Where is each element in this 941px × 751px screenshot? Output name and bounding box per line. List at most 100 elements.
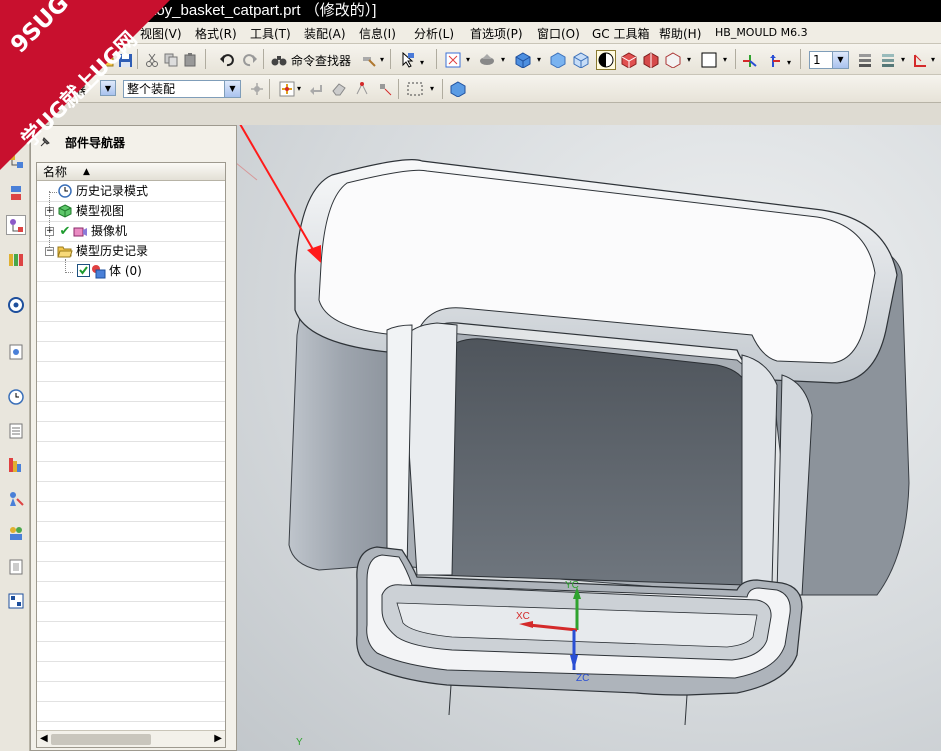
empty-row xyxy=(37,662,225,682)
chevron-down-icon[interactable]: ▼ xyxy=(100,80,116,96)
empty-row xyxy=(37,502,225,522)
chevron-down-icon[interactable]: ▼ xyxy=(832,52,848,68)
menu-gc-toolkit[interactable]: GC 工具箱 xyxy=(592,25,650,42)
layout-icon[interactable] xyxy=(6,591,26,611)
chevron-down-icon[interactable]: ▾ xyxy=(723,55,727,64)
history-icon[interactable] xyxy=(6,342,26,362)
chevron-down-icon[interactable]: ▾ xyxy=(420,58,424,67)
menu-tools[interactable]: 工具(T) xyxy=(250,25,291,42)
column-header-name[interactable]: 名称 ▲ xyxy=(37,163,225,181)
expand-icon[interactable]: + xyxy=(45,227,54,236)
toolbar-separator xyxy=(205,49,206,69)
selection-scope-select[interactable]: 整个装配 ▼ xyxy=(123,80,241,98)
paste-icon[interactable] xyxy=(181,51,199,69)
chevron-down-icon[interactable]: ▾ xyxy=(537,55,541,64)
menu-preferences[interactable]: 首选项(P) xyxy=(470,25,523,42)
roles-icon[interactable] xyxy=(6,455,26,475)
tree-item-label: 体 (0) xyxy=(109,264,142,278)
checkbox-checked-icon[interactable] xyxy=(75,264,91,280)
collapse-icon[interactable]: − xyxy=(45,247,54,256)
clock-icon[interactable] xyxy=(6,387,26,407)
tree-item-model-history[interactable]: − 模型历史记录 xyxy=(37,242,225,262)
layer-visible-icon[interactable] xyxy=(879,51,897,69)
assembly-select-icon[interactable] xyxy=(248,80,266,98)
binoculars-icon[interactable] xyxy=(270,51,288,69)
solid-cube-icon[interactable] xyxy=(549,51,567,69)
assembly-navigator-icon[interactable] xyxy=(6,151,26,171)
fit-view-icon[interactable] xyxy=(444,51,462,69)
empty-row xyxy=(37,302,225,322)
section-cube-icon[interactable] xyxy=(642,51,660,69)
menu-information[interactable]: 信息(I) xyxy=(359,25,396,42)
red-cube-icon[interactable] xyxy=(620,51,638,69)
orient-view-icon[interactable] xyxy=(478,51,496,69)
chevron-down-icon[interactable]: ▾ xyxy=(501,55,505,64)
redo-icon[interactable] xyxy=(241,51,259,69)
graphics-window[interactable]: XC YC ZC Y xyxy=(237,125,941,751)
menu-assemblies[interactable]: 装配(A) xyxy=(304,25,346,42)
eraser-icon[interactable] xyxy=(330,80,348,98)
chevron-down-icon[interactable]: ▾ xyxy=(901,55,905,64)
tree-item-cameras[interactable]: + ✔ 摄像机 xyxy=(37,222,225,242)
reuse-library-icon[interactable] xyxy=(6,249,26,269)
chevron-down-icon[interactable]: ▾ xyxy=(931,55,935,64)
work-layer-select[interactable]: 1 ▼ xyxy=(809,51,849,69)
chevron-down-icon[interactable]: ▼ xyxy=(224,81,240,97)
chevron-down-icon[interactable]: ▾ xyxy=(787,58,791,67)
move-wcs-icon[interactable] xyxy=(911,51,929,69)
open-icon[interactable] xyxy=(97,51,115,69)
copy-icon[interactable] xyxy=(162,51,180,69)
wireframe-cube-icon[interactable] xyxy=(572,51,590,69)
internet-explorer-icon[interactable] xyxy=(6,295,26,315)
constraint-navigator-icon[interactable] xyxy=(6,183,26,203)
scroll-right-icon[interactable]: ▶ xyxy=(214,733,222,744)
chevron-down-icon[interactable]: ▾ xyxy=(687,55,691,64)
chevron-down-icon[interactable]: ▾ xyxy=(430,84,434,93)
save-icon[interactable] xyxy=(116,51,134,69)
undo-icon[interactable] xyxy=(218,51,236,69)
shaded-cube-icon[interactable] xyxy=(514,51,532,69)
menu-view[interactable]: 视图(V) xyxy=(140,25,182,42)
wcs-icon[interactable] xyxy=(741,51,759,69)
layer-settings-icon[interactable] xyxy=(856,51,874,69)
arrow-back-icon[interactable] xyxy=(307,80,325,98)
render-style-icon[interactable] xyxy=(596,50,616,70)
process-studio-icon[interactable] xyxy=(6,489,26,509)
filter-dropdown[interactable]: ▼ xyxy=(98,80,116,98)
tree-item-body[interactable]: 体 (0) xyxy=(37,262,225,282)
part-navigator-tab-icon[interactable] xyxy=(6,215,26,235)
expand-icon[interactable]: + xyxy=(45,207,54,216)
wcs-orient-icon[interactable] xyxy=(764,51,782,69)
toolbar-separator xyxy=(137,49,138,69)
snap-point-icon[interactable] xyxy=(278,80,296,98)
hammer-icon[interactable] xyxy=(360,51,378,69)
chevron-down-icon[interactable]: ▾ xyxy=(380,55,384,64)
tree-item-model-views[interactable]: + 模型视图 xyxy=(37,202,225,222)
scroll-left-icon[interactable]: ◀ xyxy=(40,733,48,744)
toy-basket-model[interactable] xyxy=(237,125,941,751)
chevron-down-icon[interactable]: ▾ xyxy=(297,84,301,93)
palette-icon[interactable] xyxy=(6,557,26,577)
rectangle-select-icon[interactable] xyxy=(406,80,424,98)
horizontal-scrollbar[interactable]: ◀ ▶ xyxy=(37,730,225,747)
edges-cube-icon[interactable] xyxy=(664,51,682,69)
menu-analysis[interactable]: 分析(L) xyxy=(414,25,454,42)
empty-row xyxy=(37,362,225,382)
tree-item-label: 摄像机 xyxy=(91,224,128,238)
menu-format[interactable]: 格式(R) xyxy=(195,25,237,42)
user-roles-icon[interactable] xyxy=(6,523,26,543)
background-color-icon[interactable] xyxy=(700,51,718,69)
select-face-icon[interactable] xyxy=(376,80,394,98)
blue-cube-icon[interactable] xyxy=(449,80,467,98)
menu-window[interactable]: 窗口(O) xyxy=(537,25,580,42)
select-chain-icon[interactable] xyxy=(353,80,371,98)
select-cursor-icon[interactable] xyxy=(399,51,417,69)
command-finder-label[interactable]: 命令查找器 xyxy=(291,52,351,69)
menu-hb-mould[interactable]: HB_MOULD M6.3 xyxy=(715,26,808,39)
menu-help[interactable]: 帮助(H) xyxy=(659,25,701,42)
scroll-thumb[interactable] xyxy=(51,734,151,745)
chevron-down-icon[interactable]: ▾ xyxy=(466,55,470,64)
tree-item-history-mode[interactable]: 历史记录模式 xyxy=(37,182,225,202)
system-materials-icon[interactable] xyxy=(6,421,26,441)
cut-icon[interactable] xyxy=(143,51,161,69)
